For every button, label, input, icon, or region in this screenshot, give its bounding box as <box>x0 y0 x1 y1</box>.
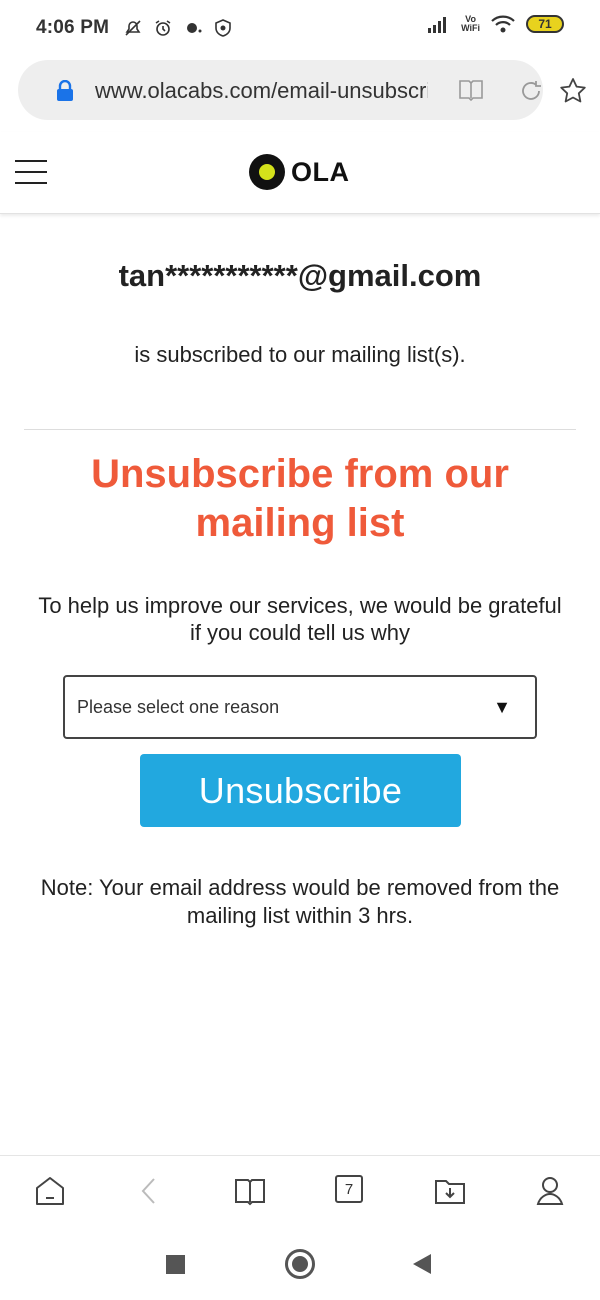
url-text[interactable]: www.olacabs.com/email-unsubscribe <box>95 78 428 104</box>
logo-text: OLA <box>291 156 350 187</box>
system-nav-bar <box>0 1235 600 1300</box>
profile-icon[interactable] <box>533 1174 567 1208</box>
battery-indicator: 71 <box>526 15 564 33</box>
address-bar[interactable]: www.olacabs.com/email-unsubscribe <box>18 60 543 120</box>
wifi-icon <box>491 15 515 33</box>
menu-icon[interactable] <box>15 160 47 186</box>
subscribed-text: is subscribed to our mailing list(s). <box>134 342 466 367</box>
bookmark-star-icon[interactable] <box>558 76 588 106</box>
lock-icon <box>57 80 73 101</box>
signal-icon <box>428 17 447 33</box>
recents-icon[interactable] <box>166 1255 185 1274</box>
shield-icon <box>215 19 232 37</box>
vowifi-indicator: Vo WiFi <box>461 15 480 33</box>
unsubscribe-button[interactable]: Unsubscribe <box>140 754 461 827</box>
reason-select-value: Please select one reason <box>77 696 280 717</box>
status-time: 4:06 PM <box>36 17 110 38</box>
ola-logo-mark <box>249 154 285 190</box>
reload-icon[interactable] <box>518 78 544 104</box>
status-bar: 4:06 PM Vo WiFi 71 <box>0 0 600 56</box>
status-icons <box>123 18 233 38</box>
tabs-icon[interactable]: 7 <box>335 1175 363 1203</box>
help-text: To help us improve our services, we woul… <box>38 593 562 645</box>
dropdown-arrow-icon: ▼ <box>493 697 511 717</box>
divider <box>24 429 576 430</box>
browser-address-row: www.olacabs.com/email-unsubscribe <box>0 60 600 122</box>
reason-select[interactable]: Please select one reason ▼ <box>63 675 537 739</box>
mute-bell-icon <box>125 20 141 36</box>
alarm-icon <box>155 20 171 36</box>
status-right: Vo WiFi 71 <box>427 14 564 34</box>
subscriber-email: tan***********@gmail.com <box>118 258 482 293</box>
back-button-icon[interactable] <box>413 1254 431 1274</box>
note-text: Note: Your email address would be remove… <box>40 875 560 928</box>
page-title: Unsubscribe from our mailing list <box>91 452 509 545</box>
vowifi-bottom: WiFi <box>461 23 480 33</box>
ola-logo[interactable]: OLA <box>249 154 350 190</box>
back-icon[interactable] <box>133 1174 167 1208</box>
home-button-icon[interactable] <box>285 1249 315 1279</box>
browser-toolbar: 7 <box>0 1155 600 1227</box>
reader-mode-icon[interactable] <box>458 78 484 102</box>
data-saver-icon <box>187 23 202 33</box>
downloads-icon[interactable] <box>433 1174 467 1208</box>
bookmarks-icon[interactable] <box>233 1174 267 1208</box>
site-header: OLA <box>0 132 600 214</box>
home-icon[interactable] <box>33 1174 67 1208</box>
